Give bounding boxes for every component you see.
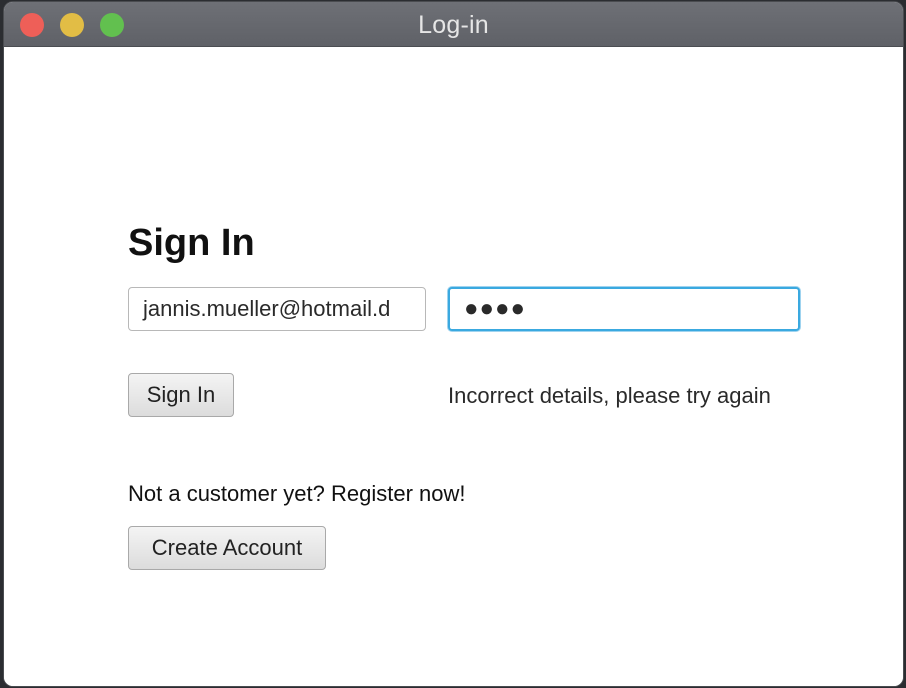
password-field[interactable]: ●●●● <box>448 287 800 331</box>
email-field[interactable]: jannis.mueller@hotmail.d <box>128 287 426 331</box>
title-bar[interactable]: Log-in <box>4 2 903 47</box>
sign-in-button[interactable]: Sign In <box>128 373 234 417</box>
error-message: Incorrect details, please try again <box>448 383 771 408</box>
window-title: Log-in <box>418 11 489 39</box>
register-prompt: Not a customer yet? Register now! <box>128 481 466 506</box>
page-title: Sign In <box>128 222 255 264</box>
login-content: Sign In jannis.mueller@hotmail.d ●●●● Si… <box>4 47 903 686</box>
create-account-button[interactable]: Create Account <box>128 526 326 570</box>
login-window: Log-in Sign In jannis.mueller@hotmail.d … <box>4 2 903 686</box>
